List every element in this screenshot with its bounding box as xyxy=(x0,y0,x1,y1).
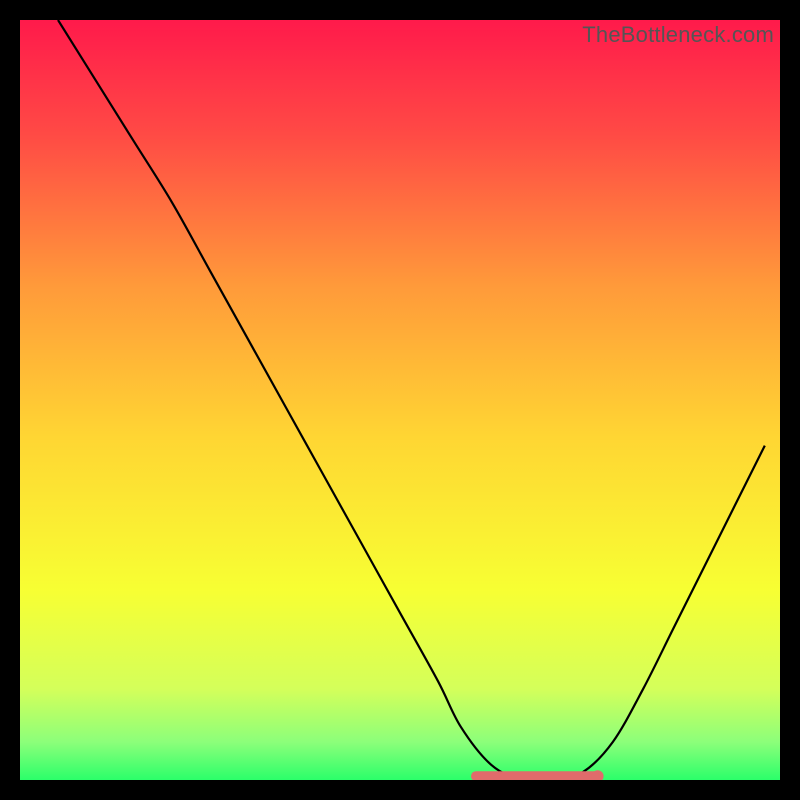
plot-svg xyxy=(20,20,780,780)
watermark-text: TheBottleneck.com xyxy=(582,22,774,48)
gradient-background xyxy=(20,20,780,780)
chart-frame: TheBottleneck.com xyxy=(20,20,780,780)
